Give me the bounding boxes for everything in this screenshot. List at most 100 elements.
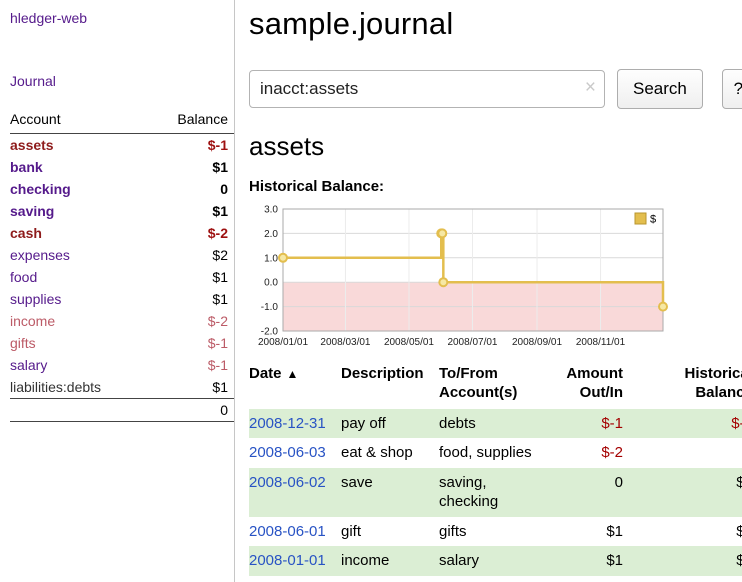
accounts-header-row: Account Balance [10,109,234,134]
register-description: gift [341,517,439,547]
register-column-label: To/From Account(s) [439,365,517,401]
register-amount: $1 [555,517,625,547]
register-date-link[interactable]: 2008-06-03 [249,444,326,461]
register-amount: 0 [555,468,625,517]
register-balance: $-1 [625,409,742,439]
account-link[interactable]: income [10,313,55,329]
sidebar: hledger-web Journal Account Balance asse… [0,0,235,582]
register-balance: 0 [625,438,742,468]
register-row: 2008-12-31pay offdebts$-1$-1 [249,409,742,439]
account-link[interactable]: cash [10,225,42,241]
register-column-header: Amount Out/In [555,361,625,409]
account-link[interactable]: bank [10,159,43,175]
chart-ytick-label: 1.0 [264,253,278,264]
app-title-link[interactable]: hledger-web [10,10,87,26]
register-row: 2008-06-03eat & shopfood, supplies$-20 [249,438,742,468]
search-input[interactable] [249,70,605,108]
account-link[interactable]: supplies [10,291,61,307]
chart-data-marker [438,229,446,237]
journal-link[interactable]: Journal [10,73,56,89]
register-description: save [341,468,439,517]
chart-ytick-label: -1.0 [261,302,279,313]
accounts-table: Account Balance assets$-1bank$1checking0… [10,109,234,422]
chart-data-marker [659,303,667,311]
accounts-total-spacer [10,399,151,422]
account-balance: $-2 [151,222,234,244]
register-accounts: food, supplies [439,438,555,468]
app-window: hledger-web Journal Account Balance asse… [0,0,742,582]
account-row: checking 0 [10,178,234,200]
register-amount: $-2 [555,438,625,468]
account-link[interactable]: saving [10,203,54,219]
register-date-link[interactable]: 2008-06-01 [249,523,326,540]
register-column-header: To/From Account(s) [439,361,555,409]
account-link[interactable]: food [10,269,37,285]
register-table: Date ▲ Description To/From Account(s) Amount… [249,361,742,576]
register-column-label: Date [249,365,282,382]
register-column-label: Description [341,365,424,382]
account-balance: $2 [151,244,234,266]
register-balance: $2 [625,517,742,547]
register-date-link[interactable]: 2008-06-02 [249,474,326,491]
account-link[interactable]: assets [10,137,54,153]
account-balance: $1 [151,200,234,222]
chart-ytick-label: -2.0 [261,327,279,338]
account-link[interactable]: checking [10,181,71,197]
chart-legend-label: $ [650,214,656,226]
account-balance: $-1 [151,332,234,354]
register-amount: $1 [555,546,625,576]
chart-data-marker [279,254,287,262]
sort-ascending-icon[interactable]: ▲ [287,367,299,381]
chart-ytick-label: 2.0 [264,229,278,240]
chart-ytick-label: 0.0 [264,278,278,289]
register-column-header[interactable]: Date ▲ [249,361,341,409]
account-row: income $-2 [10,310,234,332]
account-balance: $-1 [151,354,234,376]
main-content: sample.journal × Search ? assets Histori… [235,0,742,582]
accounts-header-balance: Balance [151,109,234,134]
historical-balance-chart: 3.02.01.00.0-1.0-2.02008/01/012008/03/01… [249,199,669,351]
account-heading: assets [249,131,742,162]
account-row: supplies $1 [10,288,234,310]
account-row: liabilities:debts $1 [10,376,234,399]
register-date-link[interactable]: 2008-12-31 [249,415,326,432]
account-balance: $1 [151,288,234,310]
account-balance: $1 [151,156,234,178]
account-row: assets$-1 [10,134,234,157]
search-button[interactable]: Search [617,69,703,109]
register-date-link[interactable]: 2008-01-01 [249,552,326,569]
account-link[interactable]: expenses [10,247,70,263]
register-balance: $2 [625,468,742,517]
account-link[interactable]: liabilities:debts [10,379,101,395]
register-description: pay off [341,409,439,439]
account-row: saving $1 [10,200,234,222]
chart-title: Historical Balance: [249,178,742,195]
register-row: 2008-06-02 savesaving, checking0$2 [249,468,742,517]
help-button[interactable]: ? [722,69,742,109]
register-header-row: Date ▲ Description To/From Account(s) Amount… [249,361,742,409]
journal-nav: Journal [10,73,234,89]
register-column-label: Historical Balance [685,365,742,401]
account-balance: $1 [151,376,234,399]
chart-xtick-label: 2008/03/01 [320,337,370,348]
register-accounts: saving, checking [439,468,555,517]
account-row: bank $1 [10,156,234,178]
account-link[interactable]: gifts [10,335,36,351]
accounts-total-value: 0 [151,399,234,422]
account-balance: $1 [151,266,234,288]
account-link[interactable]: salary [10,357,47,373]
chart-xtick-label: 2008/05/01 [384,337,434,348]
clear-search-icon[interactable]: × [585,77,596,99]
register-accounts: salary [439,546,555,576]
register-column-header: Historical Balance [625,361,742,409]
accounts-total-row: 0 [10,399,234,422]
account-row: cash $-2 [10,222,234,244]
register-accounts: debts [439,409,555,439]
register-accounts: gifts [439,517,555,547]
account-balance: 0 [151,178,234,200]
register-description: income [341,546,439,576]
page-title: sample.journal [249,6,742,42]
account-balance: $-2 [151,310,234,332]
chart-xtick-label: 2008/07/01 [447,337,497,348]
account-row: food $1 [10,266,234,288]
